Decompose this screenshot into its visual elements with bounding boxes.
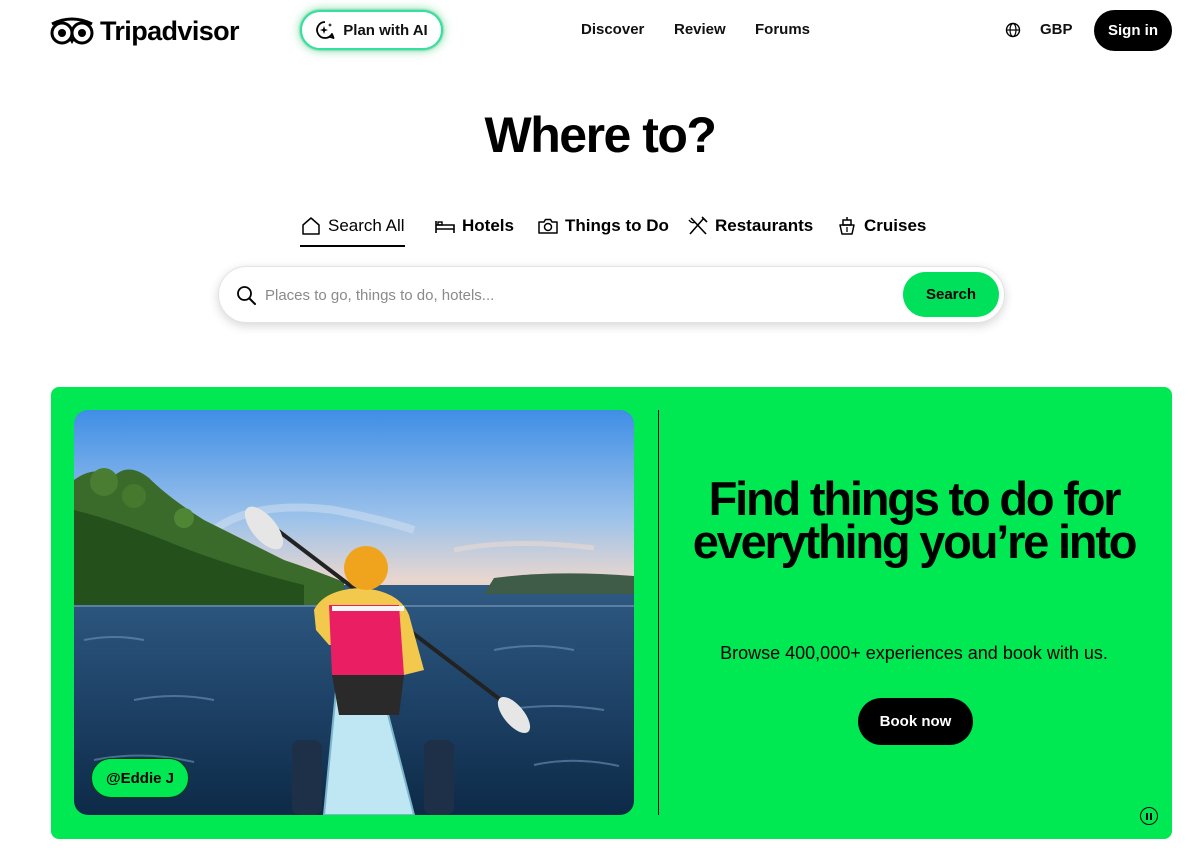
nav-review[interactable]: Review xyxy=(674,21,726,38)
search-input[interactable] xyxy=(265,279,885,311)
fork-knife-icon xyxy=(688,216,708,235)
tab-restaurants[interactable]: Restaurants xyxy=(687,212,813,240)
ship-icon xyxy=(839,217,855,235)
promo-banner: @Eddie J Find things to do for everythin… xyxy=(51,387,1172,839)
tab-cruises[interactable]: Cruises xyxy=(836,212,926,240)
tripadvisor-logo[interactable]: Tripadvisor xyxy=(50,14,240,48)
plan-with-ai-button[interactable]: Plan with AI xyxy=(300,10,443,50)
bed-icon xyxy=(435,221,455,233)
search-button[interactable]: Search xyxy=(903,272,999,317)
tab-label: Cruises xyxy=(864,216,927,235)
nav-discover[interactable]: Discover xyxy=(581,21,644,38)
sign-in-button[interactable]: Sign in xyxy=(1094,10,1172,51)
home-icon xyxy=(302,217,320,235)
pause-icon[interactable] xyxy=(1140,807,1158,825)
camera-icon xyxy=(538,218,558,234)
kayak-photo: @Eddie J xyxy=(74,410,634,815)
tab-search-all[interactable]: Search All xyxy=(300,212,405,247)
page-title: Where to? xyxy=(484,107,717,163)
tab-hotels[interactable]: Hotels xyxy=(434,212,514,240)
nav-forums[interactable]: Forums xyxy=(755,21,810,38)
tab-label: Search All xyxy=(328,216,405,235)
photo-credit-badge[interactable]: @Eddie J xyxy=(91,758,189,798)
plan-with-ai-label: Plan with AI xyxy=(343,21,428,39)
search-icon xyxy=(237,286,256,305)
tab-things-to-do[interactable]: Things to Do xyxy=(537,212,669,240)
tab-label: Hotels xyxy=(462,216,514,235)
tab-label: Restaurants xyxy=(715,216,814,235)
promo-subtext: Browse 400,000+ experiences and book wit… xyxy=(720,643,1108,663)
search-bar: Search xyxy=(218,266,1005,323)
currency-selector[interactable]: GBP xyxy=(1040,21,1073,38)
owl-logo-icon xyxy=(50,17,94,45)
divider xyxy=(658,410,659,815)
brand-name: Tripadvisor xyxy=(100,15,240,46)
globe-icon[interactable] xyxy=(1005,22,1021,38)
book-now-button[interactable]: Book now xyxy=(858,698,973,745)
tab-label: Things to Do xyxy=(565,216,669,235)
promo-headline: Find things to do for everything you’re … xyxy=(692,472,1138,568)
ai-sparkle-chat-icon xyxy=(316,21,335,39)
